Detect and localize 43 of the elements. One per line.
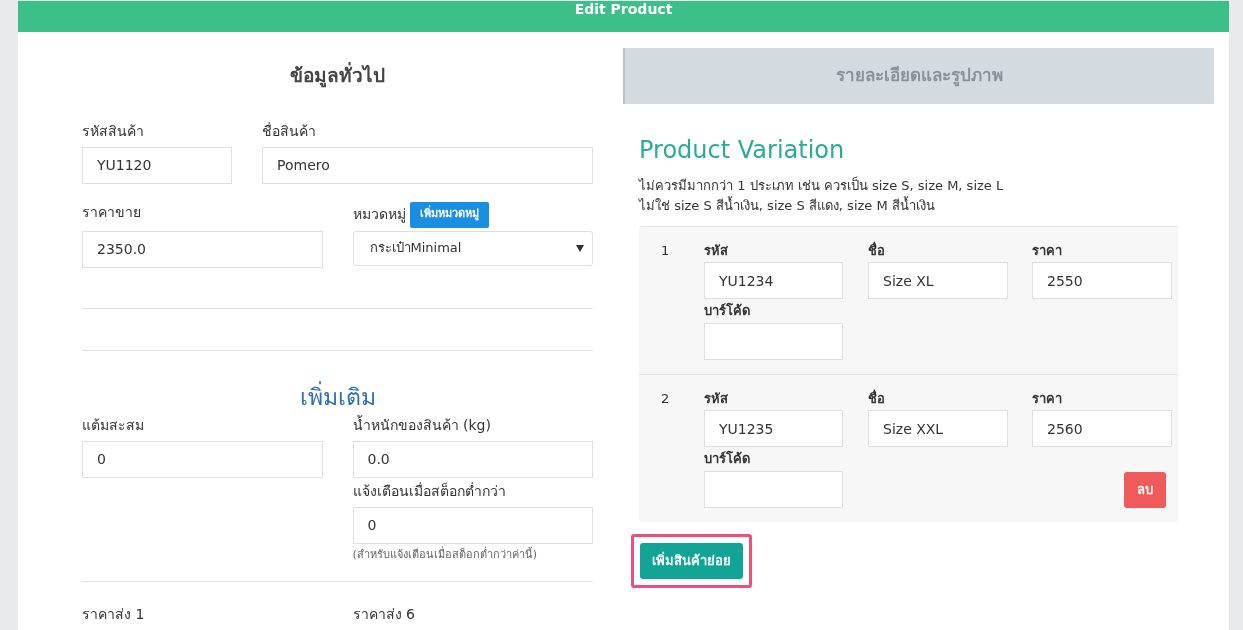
row-number: 2 <box>661 389 671 408</box>
field-label: น้ำหนักของสินค้า (kg) <box>352 414 492 435</box>
barcode-input[interactable] <box>704 322 843 360</box>
field-label: แต้มสะสม <box>82 415 145 435</box>
price-input[interactable]: 2350.0 <box>82 230 323 268</box>
weight-input[interactable]: 0.0 <box>352 440 593 478</box>
points-input[interactable]: 0 <box>82 440 323 478</box>
section-title: เพิ่มเติม <box>298 380 377 412</box>
field-label: ราคา <box>1032 241 1063 260</box>
note-text: ไม่ใช่ size S สีน้ำเงิน, size S สีแดง, size M สีน้ำเงิน <box>639 195 936 215</box>
add-category-button[interactable]: เพิ่มหมวดหมู่ <box>409 201 489 228</box>
field-label: แจ้งเตือนเมื่อสต็อกต่ำกว่า <box>352 481 507 501</box>
category-select[interactable]: กระเป๋าMinimal <box>352 230 593 266</box>
section-title: ข้อมูลทั่วไป <box>289 61 386 90</box>
field-label: บาร์โค้ด <box>704 450 751 468</box>
code-input[interactable]: YU1234 <box>704 262 843 299</box>
page-title: Edit Product <box>574 0 673 17</box>
code-input[interactable]: YU1235 <box>704 410 843 447</box>
field-label: ชื่อ <box>868 388 886 408</box>
field-label: รหัส <box>704 389 729 408</box>
field-label: ราคา <box>1032 389 1063 408</box>
note-text: ไม่ควรมีมากกว่า 1 ประเภท เช่น ควรเป็น size S, size M, size L <box>639 175 1005 195</box>
field-label: ราคาส่ง 1 <box>82 605 146 624</box>
price-input[interactable]: 2560 <box>1032 410 1172 447</box>
field-label: รหัสสินค้า <box>82 121 145 141</box>
name-input[interactable]: Size XXL <box>868 410 1008 447</box>
field-label: ราคาส่ง 6 <box>352 605 416 624</box>
code-input[interactable]: YU1120 <box>82 146 232 184</box>
field-label: ชื่อสินค้า <box>262 121 317 141</box>
row-number: 1 <box>661 241 671 260</box>
field-label: ชื่อ <box>868 240 886 260</box>
price-input[interactable]: 2550 <box>1032 262 1172 299</box>
section-title: Product Variation <box>639 134 846 166</box>
help-text: (สำหรับแจ้งเตือนเมื่อสต็อกต่ำกว่าค่านี้) <box>352 546 539 563</box>
barcode-input[interactable] <box>704 470 843 508</box>
field-label: ราคาขาย <box>82 202 142 222</box>
stock-alert-input[interactable]: 0 <box>352 506 593 544</box>
field-label: หมวดหมู่ <box>352 205 406 225</box>
name-input[interactable]: Pomero <box>262 146 593 184</box>
field-label: บาร์โค้ด <box>704 302 751 320</box>
caret-icon <box>576 244 584 252</box>
name-input[interactable]: Size XL <box>868 262 1008 299</box>
field-label: รหัส <box>704 241 729 260</box>
